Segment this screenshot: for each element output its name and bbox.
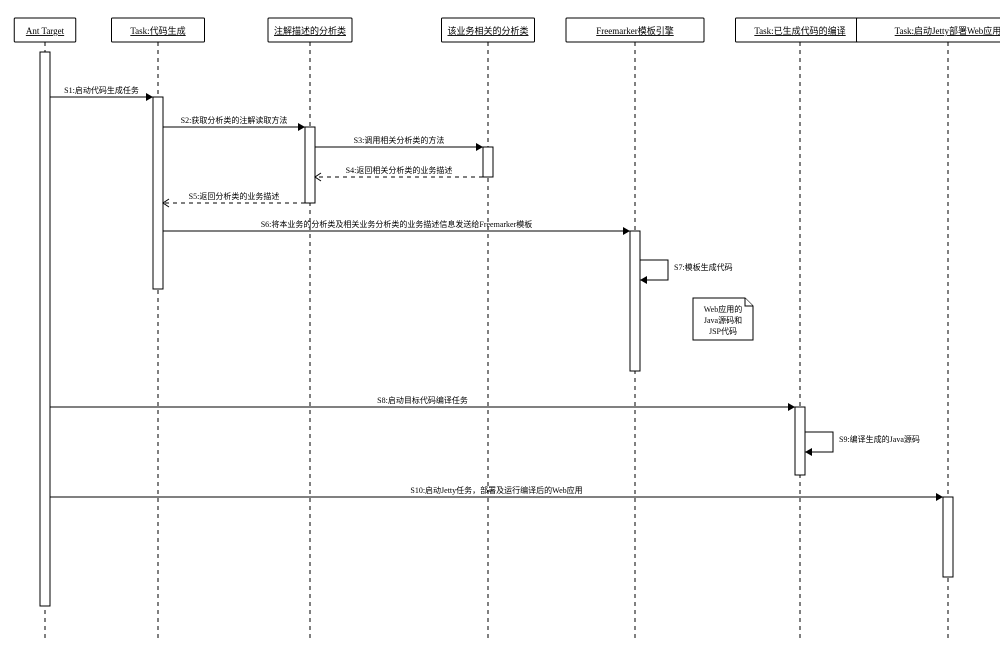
message-label-m3: S3:调用相关分析类的方法 <box>354 135 445 145</box>
activation-L5-5 <box>795 407 805 475</box>
lifeline-label-L3: 该业务相关的分析类 <box>447 25 528 36</box>
message-label-m4: S4:返回相关分析类的业务描述 <box>346 165 453 175</box>
lifeline-label-L1: Task:代码生成 <box>130 25 185 36</box>
message-m7 <box>640 260 668 280</box>
activation-L0-0 <box>40 52 50 606</box>
activation-L6-6 <box>943 497 953 577</box>
activation-L1-1 <box>153 97 163 289</box>
message-label-m6: S6:将本业务的分析类及相关业务分析类的业务描述信息发送给Freemarker模… <box>261 219 533 229</box>
activation-L2-2 <box>305 127 315 203</box>
message-label-m7: S7:模板生成代码 <box>674 262 733 272</box>
lifeline-label-L4: Freemarker模板引擎 <box>596 25 673 36</box>
message-label-m10: S10:启动Jetty任务，部署及运行编译后的Web应用 <box>410 485 582 495</box>
note-text-n1-2: JSP代码 <box>709 326 737 336</box>
message-label-m8: S8:启动目标代码编译任务 <box>377 395 468 405</box>
message-m9 <box>805 432 833 452</box>
message-label-m9: S9:编译生成的Java源码 <box>839 434 920 444</box>
lifeline-label-L6: Task:启动Jetty部署Web应用 <box>895 25 1000 36</box>
sequence-diagram: Ant Target Task:代码生成 注解描述的分析类 该业务相关的分析类 Free… <box>0 0 1000 656</box>
lifeline-label-L0: Ant Target <box>26 26 65 36</box>
activation-L4-4 <box>630 231 640 371</box>
lifeline-label-L2: 注解描述的分析类 <box>274 25 346 36</box>
activation-L3-3 <box>483 147 493 177</box>
note-text-n1-1: Java源码和 <box>704 316 742 325</box>
message-label-m2: S2:获取分析类的注解读取方法 <box>181 115 288 125</box>
lifeline-label-L5: Task:已生成代码的编译 <box>754 25 845 36</box>
note-text-n1-0: Web应用的 <box>704 304 742 314</box>
message-label-m1: S1:启动代码生成任务 <box>64 85 139 95</box>
message-label-m5: S5:返回分析类的业务描述 <box>189 191 280 201</box>
